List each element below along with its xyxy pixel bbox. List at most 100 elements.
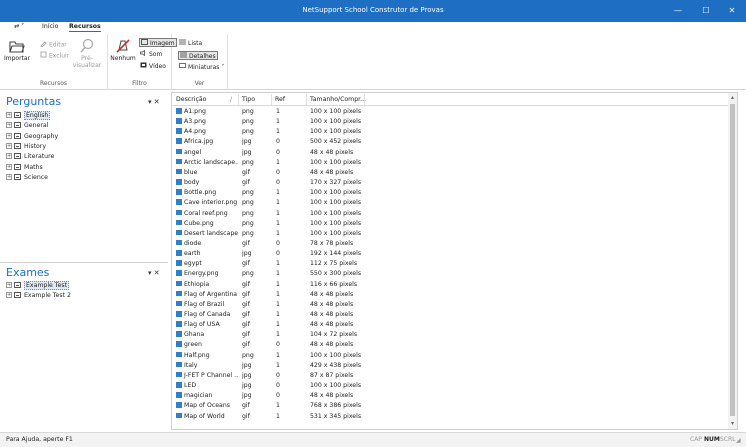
tree-item[interactable]: + English bbox=[6, 111, 51, 121]
pre-visualizar-button[interactable]: Pré-visualizar bbox=[68, 38, 106, 69]
cell-tipo-text: jpg bbox=[242, 361, 252, 369]
table-row[interactable]: diode gif 0 78 x 78 pixels bbox=[172, 239, 728, 249]
expand-icon[interactable]: + bbox=[6, 163, 12, 170]
tree-item[interactable]: + General bbox=[6, 121, 48, 131]
maximize-button[interactable]: ☐ bbox=[692, 0, 720, 22]
minimize-button[interactable]: — bbox=[664, 0, 692, 22]
tab-recursos[interactable]: Recursos bbox=[69, 23, 101, 32]
tree-item[interactable]: + History bbox=[6, 142, 46, 152]
column-header-tipo[interactable]: Tipo bbox=[242, 96, 255, 103]
table-row[interactable]: Desert landscape.... png 1 100 x 100 pixels bbox=[172, 229, 728, 239]
video-filter-button[interactable]: Vídeo bbox=[140, 62, 166, 71]
cell-tamanho-text: 48 x 48 pixels bbox=[310, 321, 354, 329]
cell-tipo: png bbox=[242, 230, 270, 237]
table-row[interactable]: angel jpg 0 48 x 48 pixels bbox=[172, 148, 728, 158]
importar-button[interactable]: Importar bbox=[4, 38, 30, 62]
table-row[interactable]: Arctic landscape.... png 1 100 x 100 pixels bbox=[172, 158, 728, 168]
cell-descricao: diode bbox=[176, 239, 238, 247]
expand-icon[interactable]: + bbox=[6, 282, 12, 288]
tree-item[interactable]: + Maths bbox=[6, 163, 43, 173]
column-header-tamanho[interactable]: Tamanho/Compr... bbox=[310, 96, 366, 103]
column-divider[interactable] bbox=[271, 94, 272, 105]
table-row[interactable]: Italy jpg 1 429 x 438 pixels bbox=[172, 361, 728, 371]
tree-item[interactable]: + Example Test bbox=[6, 281, 69, 291]
expand-icon[interactable]: + bbox=[6, 112, 12, 118]
table-row[interactable]: Flag of Brazil gif 1 48 x 48 pixels bbox=[172, 300, 728, 310]
table-row[interactable]: LED jpg 0 100 x 100 pixels bbox=[172, 381, 728, 391]
table-row[interactable]: body gif 0 170 x 327 pixels bbox=[172, 178, 728, 188]
column-divider[interactable] bbox=[238, 94, 239, 105]
table-row[interactable]: Cube.png png 1 100 x 100 pixels bbox=[172, 219, 728, 229]
imagem-filter-button[interactable]: Imagem bbox=[139, 38, 177, 47]
table-row[interactable]: Map of World gif 1 531 x 345 pixels bbox=[172, 412, 728, 422]
table-row[interactable]: A3.png png 1 100 x 100 pixels bbox=[172, 117, 728, 127]
excluir-button[interactable]: Excluir bbox=[40, 51, 69, 60]
table-row[interactable]: Ethiopia gif 1 116 x 66 pixels bbox=[172, 280, 728, 290]
table-row[interactable]: Half.png png 1 100 x 100 pixels bbox=[172, 351, 728, 361]
table-row[interactable]: blue gif 0 48 x 48 pixels bbox=[172, 168, 728, 178]
scroll-thumb[interactable] bbox=[730, 104, 735, 416]
column-divider[interactable] bbox=[306, 94, 307, 105]
num-indicator: NUM bbox=[704, 436, 720, 443]
table-row[interactable]: Bottle.png png 1 100 x 100 pixels bbox=[172, 188, 728, 198]
tree-item[interactable]: + Example Test 2 bbox=[6, 291, 71, 301]
cell-descricao-text: Flag of Argentina bbox=[184, 290, 238, 298]
table-row[interactable]: A4.png png 1 100 x 100 pixels bbox=[172, 127, 728, 137]
table-row[interactable]: magician jpg 0 48 x 48 pixels bbox=[172, 391, 728, 401]
cell-descricao: Flag of USA bbox=[176, 321, 238, 328]
scroll-down-button[interactable]: ▾ bbox=[728, 419, 737, 428]
column-divider[interactable] bbox=[364, 94, 365, 105]
expand-icon[interactable]: + bbox=[6, 153, 12, 160]
som-filter-button[interactable]: Som bbox=[140, 49, 162, 59]
table-row[interactable]: egypt gif 1 112 x 75 pixels bbox=[172, 259, 728, 269]
tree-item[interactable]: + Science bbox=[6, 173, 48, 183]
quick-access-menu[interactable]: ⇄ ˅ bbox=[14, 23, 24, 30]
table-row[interactable]: A1.png png 1 100 x 100 pixels bbox=[172, 107, 728, 117]
table-row[interactable]: Flag of USA gif 1 48 x 48 pixels bbox=[172, 320, 728, 330]
expand-icon[interactable]: + bbox=[6, 132, 12, 139]
miniaturas-view-button[interactable]: Miniaturas ˅ bbox=[179, 63, 224, 72]
table-row[interactable]: Flag of Canada gif 1 48 x 48 pixels bbox=[172, 310, 728, 320]
table-row[interactable]: earth jpg 0 192 x 144 pixels bbox=[172, 249, 728, 259]
table-row[interactable]: Cave interior.png png 1 100 x 100 pixels bbox=[172, 198, 728, 208]
lista-view-button[interactable]: Lista bbox=[179, 39, 202, 48]
cell-tipo-text: png bbox=[242, 128, 254, 136]
tree-item[interactable]: + Geography bbox=[6, 132, 58, 142]
table-row[interactable]: green gif 0 48 x 48 pixels bbox=[172, 340, 728, 350]
table-row[interactable]: Map of Oceans gif 1 768 x 386 pixels bbox=[172, 401, 728, 411]
expand-icon[interactable]: + bbox=[6, 292, 12, 299]
column-header-ref[interactable]: Ref bbox=[275, 96, 285, 103]
cell-ref: 1 bbox=[276, 352, 304, 359]
cell-tipo-text: jpg bbox=[242, 250, 252, 258]
ribbon-group-ver: Lista Detalhes Miniaturas ˅ Ver bbox=[172, 34, 228, 90]
table-row[interactable]: Africa.jpg jpg 0 500 x 452 pixels bbox=[172, 137, 728, 147]
expand-icon[interactable]: + bbox=[6, 122, 12, 129]
detalhes-view-button[interactable]: Detalhes bbox=[178, 51, 218, 60]
cell-tipo-text: jpg bbox=[242, 148, 252, 156]
cell-descricao: earth bbox=[176, 250, 238, 257]
tree-item[interactable]: + Literature bbox=[6, 152, 54, 162]
table-row[interactable]: Coral reef.png png 1 100 x 100 pixels bbox=[172, 209, 728, 219]
tree-item-label: General bbox=[24, 122, 49, 130]
nenhum-filter-button[interactable]: Nenhum bbox=[110, 38, 136, 62]
perguntas-panel-tools[interactable]: ▾ ✕ bbox=[148, 98, 160, 106]
table-row[interactable]: J-FET P Channel ... jpg 0 87 x 87 pixels bbox=[172, 371, 728, 381]
cell-descricao-text: Flag of Brazil bbox=[184, 300, 225, 308]
ribbon-group-filtro: Nenhum Imagem Som Vídeo Filtro bbox=[108, 34, 177, 90]
close-button[interactable]: ✕ bbox=[718, 0, 746, 22]
table-row[interactable]: Flag of Argentina gif 1 48 x 48 pixels bbox=[172, 290, 728, 300]
cell-tamanho: 500 x 452 pixels bbox=[310, 138, 370, 145]
resize-grip-icon[interactable]: ◢ bbox=[736, 437, 741, 444]
table-row[interactable]: Ghana gif 1 104 x 72 pixels bbox=[172, 330, 728, 340]
tab-inicio[interactable]: Início bbox=[42, 23, 58, 30]
vertical-scrollbar[interactable]: ▴ ▾ bbox=[728, 93, 737, 429]
table-row[interactable]: Energy.png png 1 550 x 300 pixels bbox=[172, 269, 728, 279]
cell-ref-text: 0 bbox=[276, 168, 280, 176]
expand-icon[interactable]: + bbox=[6, 142, 12, 149]
editar-button[interactable]: Editar bbox=[40, 40, 67, 49]
expand-icon[interactable]: + bbox=[6, 173, 12, 180]
importar-label: Importar bbox=[4, 55, 31, 62]
scroll-up-button[interactable]: ▴ bbox=[728, 93, 737, 102]
column-header-descricao[interactable]: Descrição bbox=[176, 96, 206, 103]
exames-panel-tools[interactable]: ▾ ✕ bbox=[148, 269, 160, 277]
